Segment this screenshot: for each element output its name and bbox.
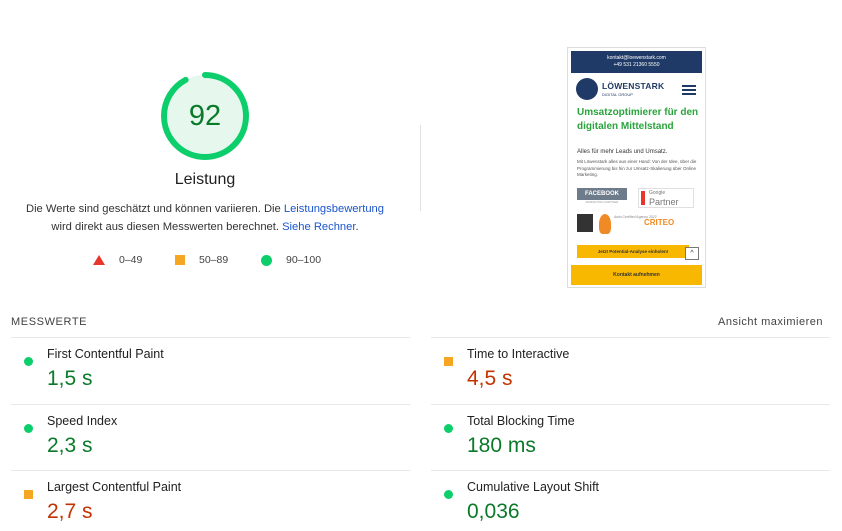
legend-item-poor: 0–49 bbox=[93, 254, 142, 266]
metric-label: Speed Index bbox=[47, 414, 118, 428]
square-icon bbox=[175, 255, 185, 265]
metric-divider bbox=[11, 470, 410, 471]
average-square-icon bbox=[444, 357, 453, 366]
legend-label-good: 90–100 bbox=[286, 254, 322, 266]
good-circle-icon bbox=[24, 424, 33, 433]
metric-value: 1,5 s bbox=[47, 367, 93, 390]
facebook-sub: MARKETING PARTNER bbox=[585, 200, 619, 204]
vertical-divider bbox=[420, 125, 421, 211]
metric-largest-contentful-paint: Largest Contentful Paint 2,7 s bbox=[11, 470, 410, 531]
badge-icon bbox=[577, 214, 593, 232]
gauge-title: Leistung bbox=[174, 171, 236, 188]
hamburger-icon bbox=[682, 85, 696, 97]
metric-divider bbox=[431, 404, 830, 405]
metric-divider bbox=[431, 470, 830, 471]
thumb-email: kontakt@loewenstark.com bbox=[607, 55, 666, 61]
thumb-headline: Umsatzoptimierer für den digitalen Mitte… bbox=[577, 107, 699, 132]
thumb-body-text: Mit Löwenstark alles aus einer Hand: Von… bbox=[577, 159, 697, 177]
calculator-link[interactable]: Siehe Rechner bbox=[282, 221, 355, 233]
metric-label: Time to Interactive bbox=[467, 347, 570, 361]
metric-first-contentful-paint: First Contentful Paint 1,5 s bbox=[11, 337, 410, 404]
flame-icon bbox=[599, 214, 611, 234]
metric-speed-index: Speed Index 2,3 s bbox=[11, 404, 410, 471]
thumb-contact-button: Kontakt aufnehmen bbox=[571, 265, 702, 285]
google-partner-badge: Google Partner bbox=[638, 188, 694, 208]
scroll-up-icon: ^ bbox=[685, 247, 699, 260]
metric-value: 4,5 s bbox=[467, 367, 513, 390]
legend-item-average: 50–89 bbox=[175, 254, 228, 266]
gauge-desc-text-1: Die Werte sind geschätzt und können vari… bbox=[25, 203, 284, 215]
legend-label-average: 50–89 bbox=[199, 254, 229, 266]
thumb-contact-bar: kontakt@loewenstark.com +49 531 21360 55… bbox=[571, 51, 702, 73]
thumb-phone: +49 531 21360 5550 bbox=[613, 62, 660, 68]
thumb-subheadline: Alles für mehr Leads und Umsatz. bbox=[577, 149, 668, 155]
thumb-analysis-button: Jetzt Potential-Analyse einholen! bbox=[577, 245, 689, 258]
metric-label: Largest Contentful Paint bbox=[47, 480, 182, 494]
google-label: Google bbox=[649, 190, 666, 196]
gauge-description: Die Werte sind geschätzt und können vari… bbox=[20, 200, 390, 236]
gauge-desc-text-2: wird direkt aus diesen Messwerten berech… bbox=[51, 221, 283, 233]
metric-value: 0,036 bbox=[467, 500, 520, 523]
gauge-desc-text-3: . bbox=[355, 221, 359, 233]
metric-value: 180 ms bbox=[467, 434, 536, 457]
gauge-score: 92 bbox=[188, 99, 222, 132]
metric-divider bbox=[11, 337, 410, 338]
expand-view-toggle[interactable]: Ansicht maximieren bbox=[718, 316, 823, 328]
metric-divider bbox=[11, 404, 410, 405]
facebook-label: FACEBOOK bbox=[577, 188, 627, 200]
average-square-icon bbox=[24, 490, 33, 499]
thumb-brand-sub: DIGITAL GROUP bbox=[602, 92, 633, 97]
performance-score-link[interactable]: Leistungsbewertung bbox=[284, 203, 384, 215]
good-circle-icon bbox=[444, 490, 453, 499]
legend-item-good: 90–100 bbox=[261, 254, 321, 266]
thumb-brand: LÖWENSTARK bbox=[602, 81, 665, 91]
facebook-badge: FACEBOOK MARKETING PARTNER bbox=[577, 188, 627, 208]
google-bar-icon bbox=[641, 191, 645, 205]
triangle-icon bbox=[93, 255, 105, 265]
circle-icon bbox=[261, 254, 272, 266]
partner-label: Partner bbox=[649, 197, 679, 207]
page-screenshot-thumbnail: kontakt@loewenstark.com +49 531 21360 55… bbox=[567, 47, 706, 288]
metric-label: Cumulative Layout Shift bbox=[467, 480, 600, 494]
metric-label: First Contentful Paint bbox=[47, 347, 164, 361]
metric-cumulative-layout-shift: Cumulative Layout Shift 0,036 bbox=[431, 470, 830, 531]
metric-label: Total Blocking Time bbox=[467, 414, 575, 428]
metrics-title: MESSWERTE bbox=[11, 316, 88, 328]
legend-label-poor: 0–49 bbox=[119, 254, 143, 266]
metric-value: 2,7 s bbox=[47, 500, 93, 523]
good-circle-icon bbox=[24, 357, 33, 366]
metric-value: 2,3 s bbox=[47, 434, 93, 457]
good-circle-icon bbox=[444, 424, 453, 433]
metric-divider bbox=[431, 337, 830, 338]
criteo-logo: CRITEO bbox=[644, 218, 675, 227]
metric-total-blocking-time: Total Blocking Time 180 ms bbox=[431, 404, 830, 471]
lion-logo-icon bbox=[576, 78, 598, 100]
metric-time-to-interactive: Time to Interactive 4,5 s bbox=[431, 337, 830, 404]
performance-gauge: 92 bbox=[160, 71, 250, 161]
